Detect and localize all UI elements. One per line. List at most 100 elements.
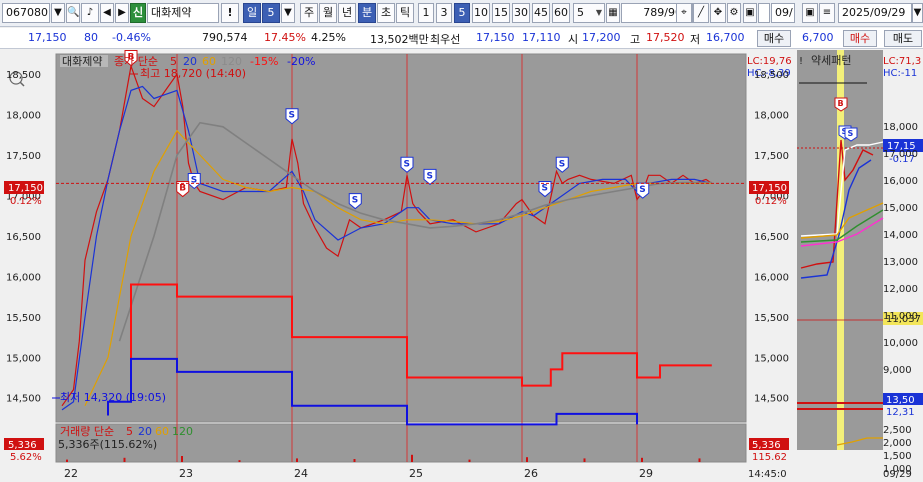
quote-bar: 17,150 80 -0.46% 790,574 17.45% 4.25% 13…: [0, 28, 923, 49]
save-icon[interactable]: ▣: [743, 3, 757, 23]
period-day-button[interactable]: 일: [243, 3, 261, 23]
y-tick-label-left: 16,000: [6, 272, 41, 283]
period-tick-button[interactable]: 틱: [396, 3, 414, 23]
open-label: 시: [568, 33, 579, 46]
interval-dropdown[interactable]: 5: [573, 3, 605, 23]
high-marker-label: 최고 18,720 (14:40): [140, 67, 246, 80]
volume-bar: [526, 457, 528, 462]
signal-marker-label: S: [427, 171, 433, 181]
turnover-pct: 17.45%: [264, 31, 306, 44]
interval-5-button[interactable]: 5: [454, 3, 470, 23]
alert-button[interactable]: !: [221, 3, 239, 23]
volume-value: 790,574: [202, 31, 248, 44]
amount-value: 13,502백만: [370, 33, 429, 46]
legend-stock-name: 대화제약: [62, 54, 102, 68]
volume-bar: [698, 458, 701, 462]
current-price: 17,150: [28, 31, 67, 44]
interval-15-button[interactable]: 15: [492, 3, 510, 23]
y-tick-label-right: 17,500: [754, 151, 789, 162]
lc-label: LC:19,76: [747, 56, 792, 67]
interval-1-button[interactable]: 1: [418, 3, 434, 23]
x-tick-label: 23: [179, 467, 193, 480]
y-tick-label-right: 18,500: [754, 70, 789, 81]
date-dropdown-icon[interactable]: ▼: [912, 3, 923, 23]
side-buy-button[interactable]: 매수: [843, 30, 877, 47]
period-dropdown-icon[interactable]: ▼: [281, 3, 295, 23]
legend-envelope-up: -15%: [250, 55, 278, 68]
draw-line-icon[interactable]: ╱: [693, 3, 709, 23]
move-icon[interactable]: ✥: [710, 3, 726, 23]
weight-pct: 4.25%: [311, 31, 346, 44]
volume-bar: [181, 456, 183, 462]
period-num-selector[interactable]: 5: [262, 3, 280, 23]
prev-stock-icon[interactable]: ◀: [100, 3, 114, 23]
side-y-tick-label: 12,000: [883, 284, 918, 295]
right-volume-tag-text: 5,336: [752, 440, 781, 451]
calendar-icon[interactable]: ▦: [606, 3, 620, 23]
volume-bar: [238, 460, 241, 462]
side-y-tick-label: 17,000: [883, 149, 918, 160]
side-signal-marker-label: B: [838, 99, 844, 108]
y-tick-label-right: 15,000: [754, 353, 789, 364]
signal-marker-label: S: [404, 159, 410, 169]
side-y-tick-label: 16,000: [883, 176, 918, 187]
interval-60-button[interactable]: 60: [552, 3, 570, 23]
interval-10-button[interactable]: 10: [472, 3, 490, 23]
side-price: 6,700: [802, 31, 834, 44]
crosshair-icon[interactable]: ⌖: [676, 3, 692, 23]
volume-bar: [66, 459, 68, 462]
side-save-icon[interactable]: ▣: [802, 3, 818, 23]
side-chart-svg[interactable]: ! 약세패턴 LC:71,3 HC:-11 BS S 17,15 -0.17 11…: [797, 50, 923, 482]
side-y-tick-label: 13,000: [883, 257, 918, 268]
stock-name-field[interactable]: 대화제약: [147, 3, 219, 23]
x-tick-label: 29: [639, 467, 653, 480]
volume-bar: [641, 457, 643, 462]
side-y-tick-label: 2,500: [883, 425, 912, 436]
period-year-button[interactable]: 년: [338, 3, 356, 23]
side-exclaim: !: [799, 56, 803, 67]
vol-ma-5: 5: [126, 425, 133, 438]
y-tick-label-left: 15,500: [6, 313, 41, 324]
side-chart[interactable]: ! 약세패턴 LC:71,3 HC:-11 BSS 17,15 -0.17 11…: [797, 50, 923, 482]
interval-3-button[interactable]: 3: [436, 3, 452, 23]
side-y-tick-label: 15,000: [883, 203, 918, 214]
side-lc: LC:71,3: [883, 56, 921, 67]
vol-ma-20: 20: [138, 425, 152, 438]
low-label: 저: [690, 33, 701, 46]
signal-marker-label: S: [352, 196, 358, 206]
price-chart-svg[interactable]: BSBSSSSSSS 대화제약 종가 단순 5 20 60 120 -15% -…: [0, 50, 796, 482]
next-stock-icon[interactable]: ▶: [115, 3, 129, 23]
volume-legend: 거래량 단순: [60, 425, 114, 438]
date-field[interactable]: 2025/09/29: [838, 3, 912, 23]
side-y-tick-label: 10,000: [883, 338, 918, 349]
y-tick-label-left: 18,500: [6, 70, 41, 81]
period-minute-button[interactable]: 분: [358, 3, 376, 23]
side-menu-icon[interactable]: ≡: [819, 3, 835, 23]
sound-icon[interactable]: ♪: [81, 3, 99, 23]
side-date-label: 09/29: [883, 469, 912, 480]
y-tick-label-left: 14,500: [6, 394, 41, 405]
best-label: 최우선: [430, 33, 461, 46]
sell-button[interactable]: 매도: [884, 30, 922, 47]
volume-bar: [123, 457, 126, 462]
code-dropdown-icon[interactable]: ▼: [51, 3, 65, 23]
period-month-button[interactable]: 월: [319, 3, 337, 23]
checkbox[interactable]: [758, 3, 770, 23]
main-chart[interactable]: BSBSSSSSSS 대화제약 종가 단순 5 20 60 120 -15% -…: [0, 50, 796, 482]
left-volume-pct: 5.62%: [10, 452, 42, 463]
left-pct-tag: 0.12%: [10, 196, 42, 207]
interval-45-button[interactable]: 45: [532, 3, 550, 23]
interval-30-button[interactable]: 30: [512, 3, 530, 23]
legend-envelope-down: -20%: [287, 55, 315, 68]
y-tick-label-right: 14,500: [754, 394, 789, 405]
period-week-button[interactable]: 주: [300, 3, 318, 23]
volume-bar: [468, 459, 471, 462]
stock-code-field[interactable]: 067080: [2, 3, 50, 23]
side-date-prefix: 09/: [771, 3, 795, 23]
time-label: 14:45:0: [748, 469, 787, 480]
settings-icon[interactable]: ⚙: [727, 3, 741, 23]
price-plot-area[interactable]: [55, 53, 747, 423]
buy-button[interactable]: 매수: [757, 30, 791, 47]
search-icon[interactable]: 🔍: [66, 3, 80, 23]
period-second-button[interactable]: 초: [377, 3, 395, 23]
